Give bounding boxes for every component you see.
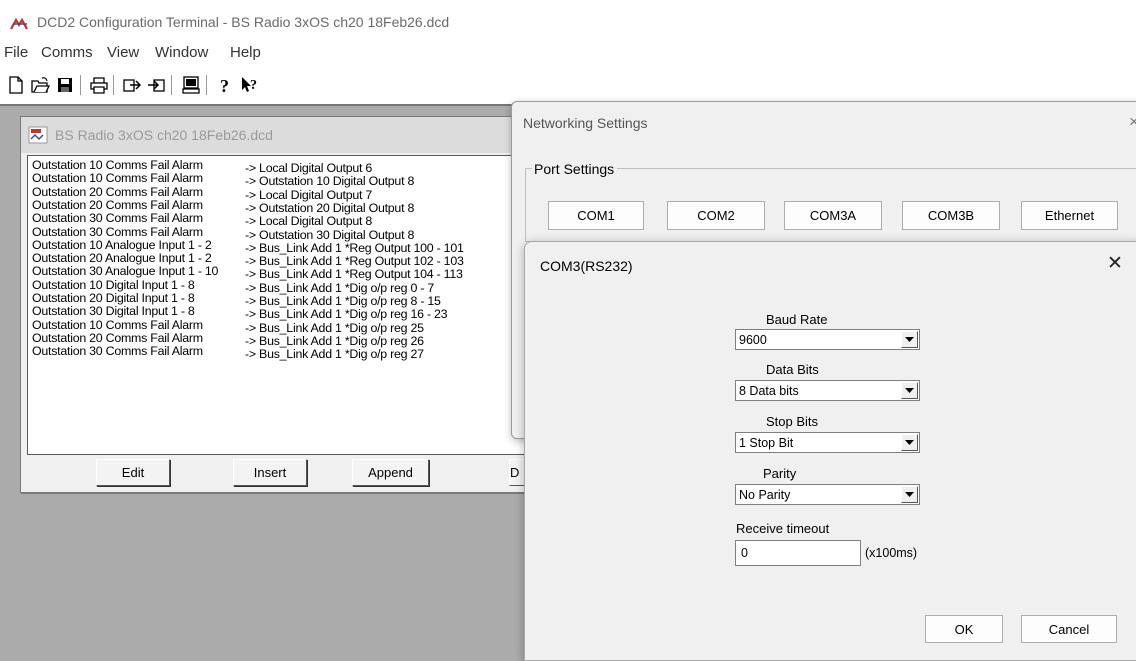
list-item[interactable]: Outstation 10 Comms Fail Alarm -> Local D… (32, 159, 372, 175)
menu-bar: File Comms View Window Help (0, 38, 1136, 66)
com3-title: COM3(RS232) (540, 258, 633, 274)
list-item[interactable]: Outstation 10 Analogue Input 1 - 2 -> Bus… (32, 238, 464, 255)
networking-title: Networking Settings (523, 115, 648, 131)
receive-timeout-value: 0 (741, 546, 748, 560)
list-item[interactable]: Outstation 10 Comms Fail Alarm -> Outstat… (32, 172, 414, 188)
list-item[interactable]: Outstation 20 Analogue Input 1 - 2 -> Bus… (32, 252, 464, 268)
receive-timeout-unit: (x100ms) (865, 546, 918, 560)
baud-rate-label: Baud Rate (766, 312, 828, 327)
menu-file[interactable]: File (4, 44, 28, 61)
edit-button[interactable]: Edit (96, 459, 170, 486)
download-icon[interactable] (145, 73, 167, 97)
stop-bits-label: Stop Bits (766, 414, 819, 429)
toolbar-separator (113, 75, 114, 95)
data-bits-select[interactable]: 8 Data bits (735, 380, 920, 401)
list-item-source: Outstation 10 Comms Fail Alarm (32, 159, 203, 172)
append-button[interactable]: Append (352, 459, 429, 486)
list-item[interactable]: Outstation 30 Comms Fail Alarm -> Bus_Lin… (32, 345, 424, 362)
toolbar-separator (206, 75, 207, 95)
app-window: DCD2 Configuration Terminal - BS Radio 3… (0, 0, 1136, 106)
baud-rate-select[interactable]: 9600 (735, 329, 920, 350)
list-item-source: Outstation 10 Analogue Input 1 - 2 (32, 238, 212, 252)
data-bits-value: 8 Data bits (739, 384, 799, 398)
svg-text:?: ? (220, 76, 229, 95)
receive-timeout-label: Receive timeout (736, 521, 830, 536)
list-item-source: Outstation 10 Comms Fail Alarm (32, 172, 203, 186)
list-item[interactable]: Outstation 10 Comms Fail Alarm -> Bus_Lin… (32, 318, 424, 335)
list-item[interactable]: Outstation 20 Digital Input 1 - 8 -> Bus_… (32, 292, 441, 308)
open-folder-icon[interactable] (29, 73, 51, 97)
list-item-source: Outstation 20 Digital Input 1 - 8 (32, 292, 195, 305)
com2-button[interactable]: COM2 (667, 201, 765, 230)
menu-view[interactable]: View (107, 44, 139, 61)
chevron-down-icon[interactable] (901, 382, 918, 399)
toolbar-separator (80, 75, 81, 95)
list-item-source: Outstation 20 Analogue Input 1 - 2 (32, 252, 212, 266)
list-item[interactable]: Outstation 20 Comms Fail Alarm -> Local D… (32, 185, 372, 202)
baud-rate-value: 9600 (739, 333, 767, 347)
list-item[interactable]: Outstation 30 Comms Fail Alarm -> Local D… (32, 212, 372, 228)
toolbar-separator (171, 75, 172, 95)
parity-label: Parity (763, 466, 797, 481)
title-bar: DCD2 Configuration Terminal - BS Radio 3… (0, 0, 1136, 38)
com1-button[interactable]: COM1 (548, 201, 644, 230)
list-item[interactable]: Outstation 20 Comms Fail Alarm -> Outstat… (32, 198, 414, 215)
chevron-down-icon[interactable] (901, 434, 918, 451)
list-item-source: Outstation 10 Comms Fail Alarm (32, 318, 203, 332)
list-item[interactable]: Outstation 20 Comms Fail Alarm -> Bus_Lin… (32, 331, 424, 348)
menu-help[interactable]: Help (230, 44, 261, 61)
com3a-button[interactable]: COM3A (784, 201, 882, 230)
context-help-icon[interactable]: ? (239, 73, 261, 97)
cancel-button[interactable]: Cancel (1021, 615, 1117, 643)
help-icon[interactable]: ? (215, 73, 237, 97)
ok-button[interactable]: OK (925, 615, 1003, 643)
save-disk-icon[interactable] (54, 73, 76, 97)
svg-text:?: ? (250, 78, 257, 93)
upload-icon[interactable] (121, 73, 143, 97)
stop-bits-value: 1 Stop Bit (739, 436, 794, 450)
toolbar: ? ? (0, 67, 1136, 103)
list-item-source: Outstation 20 Comms Fail Alarm (32, 185, 203, 199)
list-item[interactable]: Outstation 10 Digital Input 1 - 8 -> Bus_… (32, 278, 434, 295)
list-item-source: Outstation 10 Digital Input 1 - 8 (32, 278, 195, 292)
window-title: DCD2 Configuration Terminal - BS Radio 3… (37, 14, 450, 30)
com3b-button[interactable]: COM3B (902, 201, 1000, 230)
ethernet-button[interactable]: Ethernet (1021, 201, 1118, 230)
chevron-down-icon[interactable] (901, 486, 918, 503)
chevron-down-icon[interactable] (901, 331, 918, 348)
parity-select[interactable]: No Parity (735, 484, 920, 505)
port-settings-label: Port Settings (532, 161, 618, 177)
list-item-source: Outstation 30 Analogue Input 1 - 10 (32, 265, 219, 279)
data-bits-label: Data Bits (766, 362, 819, 377)
close-icon[interactable]: × (1129, 112, 1136, 132)
list-item-source: Outstation 30 Digital Input 1 - 8 (32, 305, 195, 319)
com3-dialog: COM3(RS232) ✕ Baud Rate 9600 Data Bits 8… (524, 241, 1136, 661)
document-title: BS Radio 3xOS ch20 18Feb26.dcd (55, 127, 273, 143)
receive-timeout-input[interactable]: 0 (735, 540, 861, 566)
new-document-icon[interactable] (5, 73, 27, 97)
insert-button[interactable]: Insert (233, 459, 307, 486)
list-item-source: Outstation 20 Comms Fail Alarm (32, 198, 203, 212)
print-icon[interactable] (88, 73, 110, 97)
list-item-target: -> Bus_Link Add 1 *Dig o/p reg 27 (245, 347, 424, 362)
list-item-source: Outstation 20 Comms Fail Alarm (32, 331, 203, 345)
list-item-source: Outstation 30 Comms Fail Alarm (32, 225, 203, 239)
close-icon[interactable]: ✕ (1107, 252, 1123, 275)
list-item[interactable]: Outstation 30 Digital Input 1 - 8 -> Bus_… (32, 305, 448, 321)
list-item-source: Outstation 30 Comms Fail Alarm (32, 345, 203, 359)
stop-bits-select[interactable]: 1 Stop Bit (735, 432, 920, 453)
dcd-app-icon (10, 17, 30, 30)
document-icon (27, 125, 49, 145)
menu-comms[interactable]: Comms (41, 44, 93, 61)
list-item[interactable]: Outstation 30 Analogue Input 1 - 10 -> Bu… (32, 265, 463, 281)
parity-value: No Parity (739, 488, 791, 502)
terminal-icon[interactable] (180, 73, 202, 97)
list-item-source: Outstation 30 Comms Fail Alarm (32, 212, 203, 226)
menu-window[interactable]: Window (155, 44, 208, 61)
list-item[interactable]: Outstation 30 Comms Fail Alarm -> Outstat… (32, 225, 414, 242)
